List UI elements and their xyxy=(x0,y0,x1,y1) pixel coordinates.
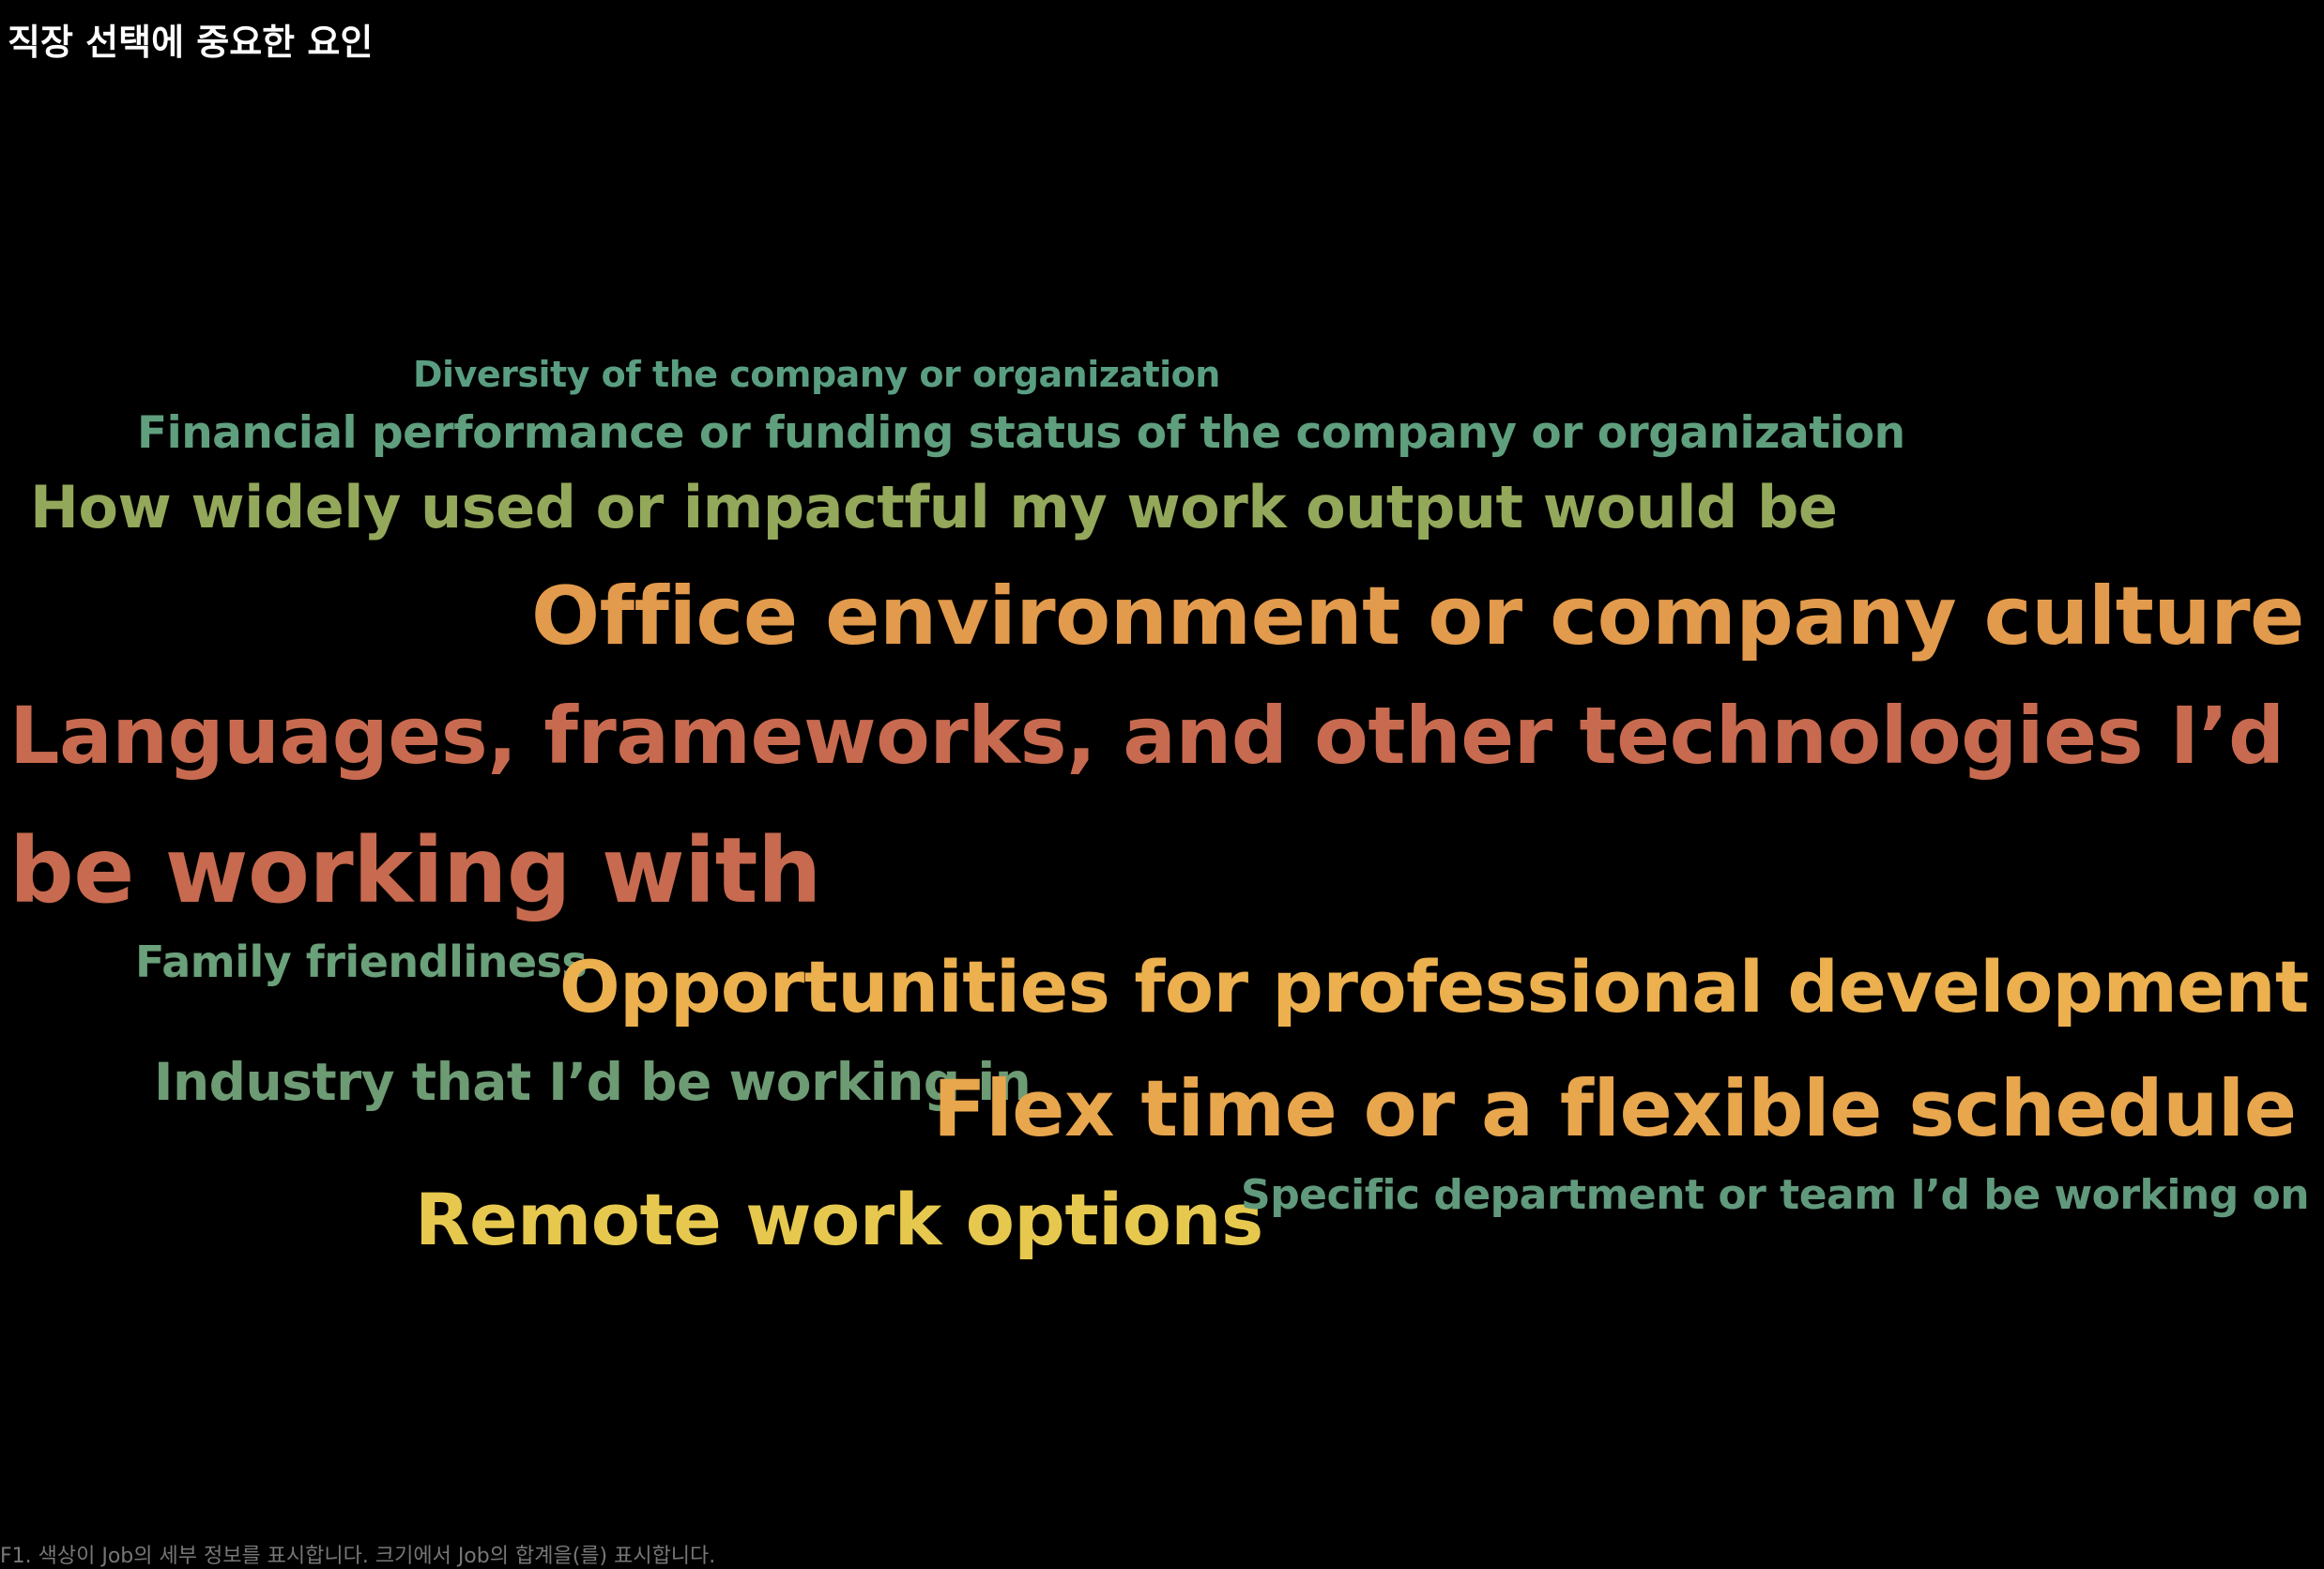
word-cloud-term: Opportunities for professional developme… xyxy=(559,945,2309,1028)
word-cloud-term: Remote work options xyxy=(415,1178,1263,1261)
word-cloud-term: Flex time or a flexible schedule xyxy=(933,1063,2297,1154)
chart-caption: F1. 색상이 Job의 세부 정보를 표시합니다. 크기에서 Job의 합계을… xyxy=(0,1545,716,1568)
word-cloud-term: be working with xyxy=(9,818,821,923)
word-cloud-term: Languages, frameworks, and other technol… xyxy=(9,690,2285,782)
word-cloud-term: Industry that I’d be working in xyxy=(154,1052,1032,1112)
word-cloud: Diversity of the company or organization… xyxy=(0,0,2324,1567)
word-cloud-term: Office environment or company culture xyxy=(531,570,2304,663)
word-cloud-term: Family friendliness xyxy=(135,937,588,987)
word-cloud-term: Diversity of the company or organization xyxy=(413,354,1220,395)
word-cloud-term: How widely used or impactful my work out… xyxy=(30,473,1838,541)
word-cloud-term: Financial performance or funding status … xyxy=(137,407,1905,459)
word-cloud-term: Specific department or team I’d be worki… xyxy=(1241,1171,2310,1219)
